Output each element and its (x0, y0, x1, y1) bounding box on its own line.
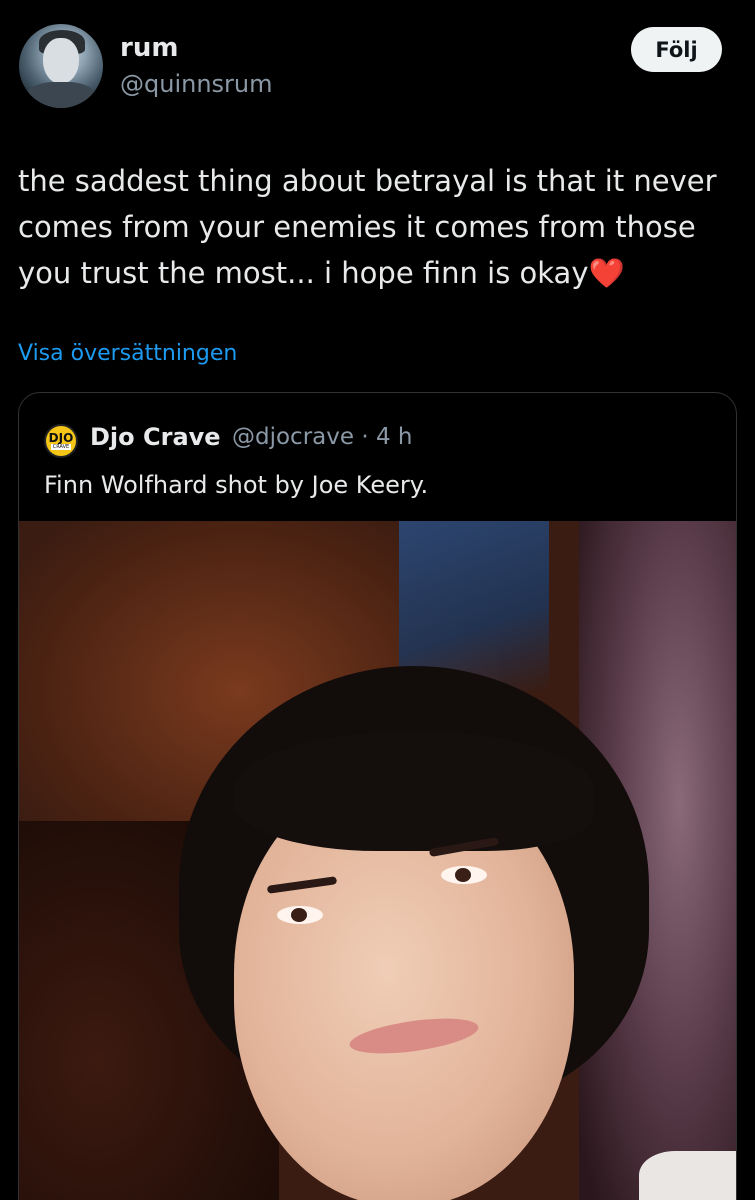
follow-button[interactable]: Följ (631, 27, 722, 72)
quoted-author-avatar[interactable]: DJO CRAVE (44, 424, 78, 458)
photo-subject-shirt (639, 1151, 736, 1200)
photo-subject-right-eye (441, 866, 487, 884)
quoted-tweet-card[interactable]: DJO CRAVE Djo Crave @djocrave · 4 h Finn… (18, 392, 737, 1200)
photo-subject-left-eye (277, 906, 323, 924)
quoted-tweet-photo[interactable] (19, 521, 736, 1200)
quoted-author-display-name[interactable]: Djo Crave (90, 423, 221, 451)
heart-emoji: ❤️ (588, 256, 625, 290)
quoted-author-handle-time[interactable]: @djocrave · 4 h (232, 424, 412, 450)
avatar-logo-subtext: CRAVE (50, 444, 72, 450)
photo-subject-fringe (234, 731, 594, 851)
author-handle[interactable]: @quinnsrum (120, 70, 273, 98)
avatar-face (43, 38, 79, 84)
author-display-name[interactable]: rum (120, 33, 178, 63)
tweet-text: the saddest thing about betrayal is that… (18, 158, 733, 296)
author-avatar[interactable] (19, 24, 103, 108)
avatar-logo-text: DJO (48, 431, 74, 445)
quoted-tweet-text: Finn Wolfhard shot by Joe Keery. (44, 471, 429, 499)
avatar-shoulders (25, 82, 97, 108)
translate-link[interactable]: Visa översättningen (18, 341, 237, 366)
